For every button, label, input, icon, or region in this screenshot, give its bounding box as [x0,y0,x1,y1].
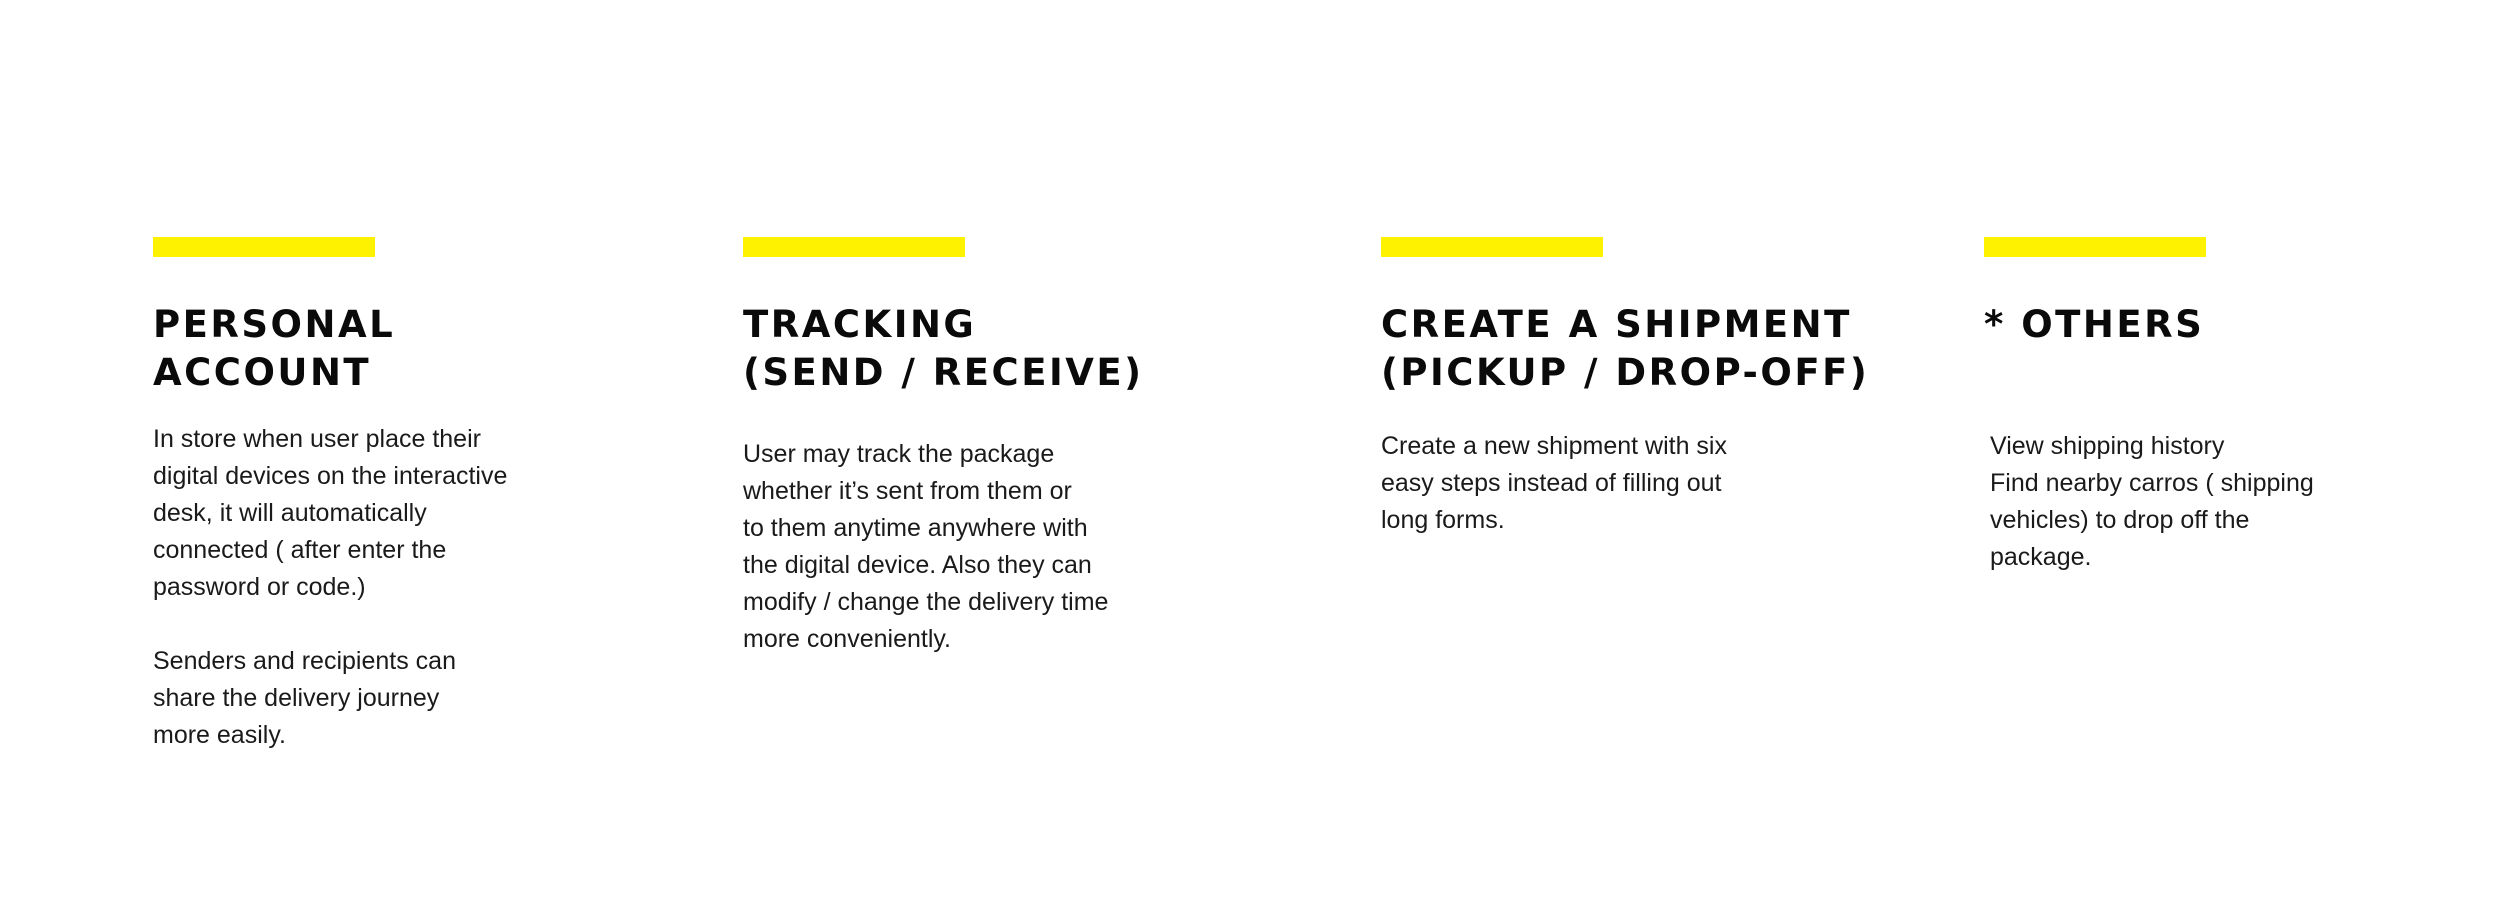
feature-title: * OTHERS [1984,303,2205,346]
feature-others: * OTHERS View shipping history Find near… [1984,237,2314,576]
feature-title: PERSONAL ACCOUNT [153,303,396,394]
accent-bar [1984,237,2206,257]
feature-description: User may track the package whether it’s … [743,440,1109,653]
feature-title: CREATE A SHIPMENT (PICKUP / DROP-OFF) [1381,303,1870,394]
accent-bar [743,237,965,257]
feature-title: TRACKING (SEND / RECEIVE) [743,303,1144,394]
feature-tracking: TRACKING (SEND / RECEIVE) User may track… [743,237,1144,658]
feature-description: Create a new shipment with six easy step… [1381,432,1727,534]
feature-description: View shipping history Find nearby carros… [1990,432,2314,571]
accent-bar [1381,237,1603,257]
feature-create-shipment: CREATE A SHIPMENT (PICKUP / DROP-OFF) Cr… [1381,237,1869,539]
accent-bar [153,237,375,257]
feature-personal-account: PERSONAL ACCOUNT In store when user plac… [153,237,507,754]
feature-description: In store when user place their digital d… [153,425,508,749]
